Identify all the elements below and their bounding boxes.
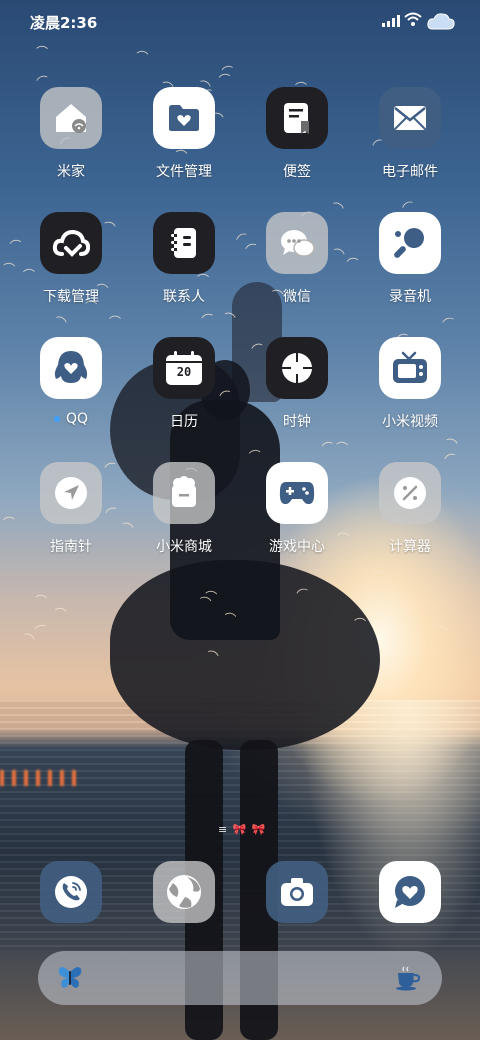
qq-penguin-icon: [54, 351, 88, 383]
dock-phone[interactable]: [40, 861, 102, 923]
app-label: 文件管理: [156, 164, 212, 180]
butterfly-icon: [58, 967, 82, 988]
status-bar: 凌晨2:36: [0, 0, 480, 42]
app-game-center[interactable]: 游戏中心: [247, 462, 347, 574]
app-tile: [379, 337, 441, 399]
app-tile: [153, 861, 215, 923]
app-label-text: QQ: [65, 411, 89, 427]
app-label: 联系人: [163, 289, 205, 305]
browser-globe-icon: [167, 875, 201, 909]
app-tile: 20: [153, 337, 215, 399]
signal-icon: [382, 15, 400, 27]
wallpaper-bird: ⌒: [35, 44, 49, 60]
app-label: 时钟: [283, 414, 311, 430]
app-contacts[interactable]: 联系人: [134, 212, 234, 324]
compass-arrow-icon: [55, 477, 87, 509]
app-notes[interactable]: 便签: [247, 87, 347, 199]
chat-bubbles-icon: [281, 230, 315, 257]
dock-messages[interactable]: [379, 861, 441, 923]
app-label: 便签: [283, 164, 311, 180]
camera-icon: [281, 878, 313, 906]
app-label: 计算器: [389, 539, 431, 555]
wallpaper-shore-lights: [0, 770, 80, 786]
app-label: 小米视频: [382, 414, 438, 430]
app-qq[interactable]: QQ: [21, 337, 121, 449]
app-label: 米家: [57, 164, 85, 180]
phone-icon: [55, 876, 87, 908]
app-label: QQ: [21, 411, 121, 427]
dock-camera[interactable]: [266, 861, 328, 923]
app-tile: [266, 212, 328, 274]
app-tile: [379, 462, 441, 524]
calendar-icon: 20: [166, 351, 202, 385]
contacts-book-icon: [171, 228, 196, 258]
wallpaper-bird: ⌒: [346, 256, 361, 272]
app-email[interactable]: 电子邮件: [360, 87, 460, 199]
search-bar[interactable]: [38, 951, 442, 1005]
app-calculator[interactable]: 计算器: [360, 462, 460, 574]
calendar-day: 20: [176, 365, 192, 379]
app-mi-home[interactable]: 米家: [21, 87, 121, 199]
download-cloud-icon: [52, 229, 90, 257]
app-tile: [153, 212, 215, 274]
message-heart-icon: [395, 876, 425, 908]
app-tile: [379, 87, 441, 149]
mail-icon: [394, 106, 426, 130]
shop-bag-icon: [172, 476, 196, 507]
battery-cloud-icon: [427, 13, 455, 30]
app-tile: [40, 87, 102, 149]
app-tile: [379, 212, 441, 274]
clock-icon: [282, 353, 312, 383]
app-recorder[interactable]: 录音机: [360, 212, 460, 324]
coffee-cup-icon: [396, 966, 421, 991]
app-label: 录音机: [389, 289, 431, 305]
gamepad-icon: [279, 482, 315, 505]
app-label: 游戏中心: [269, 539, 325, 555]
app-tile: [266, 337, 328, 399]
app-label: 指南针: [50, 539, 92, 555]
app-tile: [266, 861, 328, 923]
app-tile: [266, 462, 328, 524]
page-indicator[interactable]: ≡ 🎀 🎀: [218, 823, 267, 836]
app-label: 日历: [170, 414, 198, 430]
wifi-icon: [404, 12, 422, 26]
wallpaper-bird: ⌒: [353, 616, 367, 632]
app-tile: [266, 87, 328, 149]
app-tile: [153, 462, 215, 524]
folder-heart-icon: [169, 105, 199, 131]
status-time: 凌晨2:36: [30, 14, 98, 32]
app-mi-video[interactable]: 小米视频: [360, 337, 460, 449]
app-label: 下载管理: [43, 289, 99, 305]
app-mi-store[interactable]: 小米商城: [134, 462, 234, 574]
app-tile: [40, 861, 102, 923]
app-file-manager[interactable]: 文件管理: [134, 87, 234, 199]
app-label: 微信: [283, 289, 311, 305]
mi-home-icon: [56, 104, 86, 133]
update-dot: [53, 416, 60, 422]
app-tile: [40, 337, 102, 399]
wallpaper-bird: ⌒: [135, 49, 149, 65]
app-download-manager[interactable]: 下载管理: [21, 212, 121, 324]
tv-icon: [393, 351, 427, 383]
app-tile: [40, 212, 102, 274]
notes-icon: [284, 103, 309, 134]
wallpaper-bird: ⌒: [2, 261, 16, 277]
recorder-icon: [394, 228, 424, 258]
app-wechat[interactable]: 微信: [247, 212, 347, 324]
wallpaper-bird: ⌒: [52, 606, 67, 622]
wallpaper-bird: ⌒: [2, 515, 16, 531]
app-tile: [153, 87, 215, 149]
app-tile: [40, 462, 102, 524]
app-tile: [379, 861, 441, 923]
app-calendar[interactable]: 20 日历: [134, 337, 234, 449]
app-clock[interactable]: 时钟: [247, 337, 347, 449]
calculator-icon: [394, 477, 426, 509]
wallpaper-bird: ⌒: [34, 593, 48, 609]
app-compass[interactable]: 指南针: [21, 462, 121, 574]
wallpaper-bird: ⌒: [432, 623, 449, 641]
app-label: 小米商城: [156, 539, 212, 555]
dock-browser[interactable]: [153, 861, 215, 923]
app-label: 电子邮件: [382, 164, 438, 180]
